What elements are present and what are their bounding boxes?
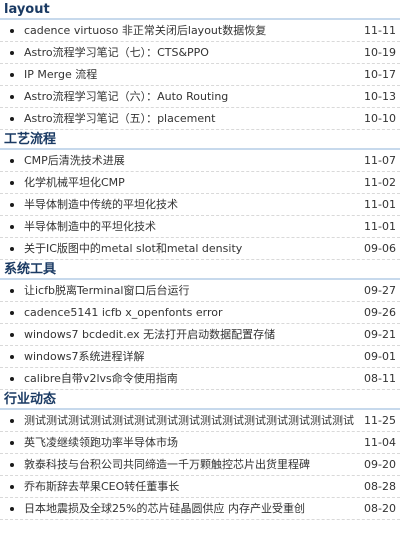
bullet-icon [10,311,14,315]
bullet-icon [10,247,14,251]
list-item: 关于IC版图中的metal slot和metal density 09-06 [0,238,400,260]
bullet-icon [10,355,14,359]
article-date: 11-02 [364,176,396,189]
article-list: 测试测试测试测试测试测试测试测试测试测试测试测试测试测试测试 11-25 英飞凌继… [0,410,400,520]
bullet-icon [10,225,14,229]
list-item: 让icfb脱离Terminal窗口后台运行 09-27 [0,280,400,302]
section-system-tools: 系统工具 让icfb脱离Terminal窗口后台运行 09-27 cadence5… [0,260,400,390]
article-date: 11-01 [364,198,396,211]
bullet-icon [10,333,14,337]
article-link[interactable]: cadence virtuoso 非正常关闭后layout数据恢复 [24,20,354,42]
article-date: 11-25 [364,414,396,427]
article-date: 09-27 [364,284,396,297]
section-title[interactable]: 工艺流程 [0,130,400,150]
list-item: 测试测试测试测试测试测试测试测试测试测试测试测试测试测试测试 11-25 [0,410,400,432]
list-item: CMP后清洗技术进展 11-07 [0,150,400,172]
list-item: windows7系统进程详解 09-01 [0,346,400,368]
article-date: 11-07 [364,154,396,167]
article-date: 10-10 [364,112,396,125]
list-item: 敦泰科技与台积公司共同缔造一千万颗触控芯片出货里程碑 09-20 [0,454,400,476]
article-date: 09-21 [364,328,396,341]
article-link[interactable]: 关于IC版图中的metal slot和metal density [24,238,354,260]
article-link[interactable]: 乔布斯辞去苹果CEO转任董事长 [24,476,354,498]
article-link[interactable]: IP Merge 流程 [24,64,354,86]
article-link[interactable]: 测试测试测试测试测试测试测试测试测试测试测试测试测试测试测试 [24,410,354,432]
article-date: 09-06 [364,242,396,255]
article-link[interactable]: 化学机械平坦化CMP [24,172,354,194]
article-link[interactable]: windows7系统进程详解 [24,346,354,368]
list-item: 半导体制造中的平坦化技术 11-01 [0,216,400,238]
list-item: cadence5141 icfb x_openfonts error 09-26 [0,302,400,324]
article-link[interactable]: 敦泰科技与台积公司共同缔造一千万颗触控芯片出货里程碑 [24,454,354,476]
article-date: 09-26 [364,306,396,319]
list-item: 乔布斯辞去苹果CEO转任董事长 08-28 [0,476,400,498]
article-link[interactable]: 日本地震损及全球25%的芯片硅晶圆供应 内存产业受重创 [24,498,354,520]
article-link[interactable]: 让icfb脱离Terminal窗口后台运行 [24,280,354,302]
section-title[interactable]: 行业动态 [0,390,400,410]
list-item: 化学机械平坦化CMP 11-02 [0,172,400,194]
bullet-icon [10,441,14,445]
section-title[interactable]: 系统工具 [0,260,400,280]
list-item: 英飞凌继续领跑功率半导体市场 11-04 [0,432,400,454]
list-item: Astro流程学习笔记（七）：CTS&PPO 10-19 [0,42,400,64]
bullet-icon [10,507,14,511]
article-date: 11-04 [364,436,396,449]
article-date: 10-13 [364,90,396,103]
list-item: IP Merge 流程 10-17 [0,64,400,86]
list-item: Astro流程学习笔记（五）：placement 10-10 [0,108,400,130]
list-item: 半导体制造中传统的平坦化技术 11-01 [0,194,400,216]
article-list: CMP后清洗技术进展 11-07 化学机械平坦化CMP 11-02 半导体制造中传统… [0,150,400,260]
article-list: 让icfb脱离Terminal窗口后台运行 09-27 cadence5141 i… [0,280,400,390]
article-list: cadence virtuoso 非正常关闭后layout数据恢复 11-11 A… [0,20,400,130]
bullet-icon [10,29,14,33]
article-link[interactable]: 半导体制造中的平坦化技术 [24,216,354,238]
bullet-icon [10,51,14,55]
article-date: 08-28 [364,480,396,493]
section-layout: layout cadence virtuoso 非正常关闭后layout数据恢复… [0,0,400,130]
bullet-icon [10,95,14,99]
article-link[interactable]: CMP后清洗技术进展 [24,150,354,172]
article-link[interactable]: 英飞凌继续领跑功率半导体市场 [24,432,354,454]
section-title[interactable]: layout [0,0,400,20]
bullet-icon [10,419,14,423]
section-industry-news: 行业动态 测试测试测试测试测试测试测试测试测试测试测试测试测试测试测试 11-25… [0,390,400,520]
list-item: cadence virtuoso 非正常关闭后layout数据恢复 11-11 [0,20,400,42]
bullet-icon [10,289,14,293]
article-category-lists: layout cadence virtuoso 非正常关闭后layout数据恢复… [0,0,400,546]
bullet-icon [10,377,14,381]
article-date: 11-01 [364,220,396,233]
bullet-icon [10,181,14,185]
list-item: calibre自带v2lvs命令使用指南 08-11 [0,368,400,390]
list-item: 日本地震损及全球25%的芯片硅晶圆供应 内存产业受重创 08-20 [0,498,400,520]
bullet-icon [10,159,14,163]
article-link[interactable]: 半导体制造中传统的平坦化技术 [24,194,354,216]
bullet-icon [10,463,14,467]
bullet-icon [10,73,14,77]
article-date: 08-20 [364,502,396,515]
article-link[interactable]: cadence5141 icfb x_openfonts error [24,302,354,324]
article-link[interactable]: Astro流程学习笔记（五）：placement [24,108,354,130]
article-date: 09-20 [364,458,396,471]
article-link[interactable]: Astro流程学习笔记（七）：CTS&PPO [24,42,354,64]
article-date: 09-01 [364,350,396,363]
section-process: 工艺流程 CMP后清洗技术进展 11-07 化学机械平坦化CMP 11-02 半导体… [0,130,400,260]
bullet-icon [10,485,14,489]
article-date: 08-11 [364,372,396,385]
list-item: Astro流程学习笔记（六）：Auto Routing 10-13 [0,86,400,108]
article-link[interactable]: calibre自带v2lvs命令使用指南 [24,368,354,390]
article-link[interactable]: Astro流程学习笔记（六）：Auto Routing [24,86,354,108]
article-date: 11-11 [364,24,396,37]
article-date: 10-19 [364,46,396,59]
list-item: windows7 bcdedit.ex 无法打开启动数据配置存储 09-21 [0,324,400,346]
bullet-icon [10,117,14,121]
article-link[interactable]: windows7 bcdedit.ex 无法打开启动数据配置存储 [24,324,354,346]
article-date: 10-17 [364,68,396,81]
bullet-icon [10,203,14,207]
